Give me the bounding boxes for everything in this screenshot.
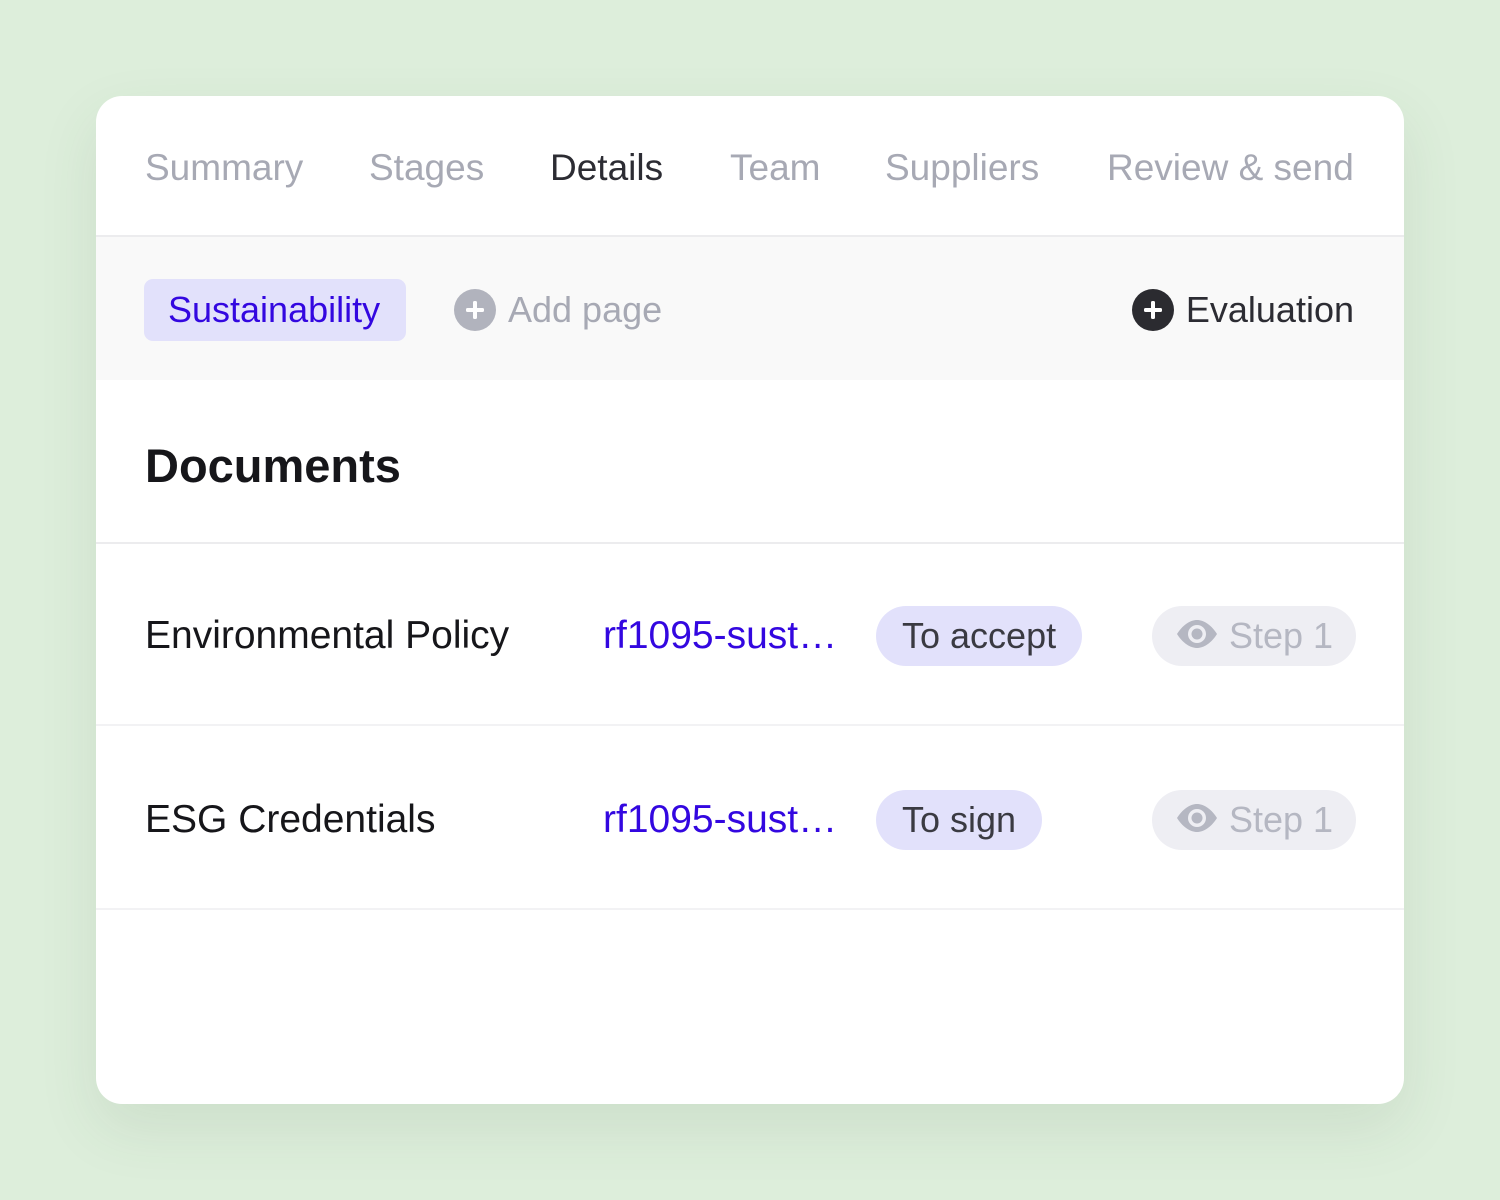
document-file-link[interactable]: rf1095-sustainability-environmental-poli… bbox=[603, 612, 843, 660]
eye-icon bbox=[1175, 803, 1219, 838]
section-title: Documents bbox=[145, 439, 401, 492]
document-name: Environmental Policy bbox=[145, 614, 510, 657]
tab-suppliers[interactable]: Suppliers bbox=[885, 144, 1039, 192]
evaluation-button[interactable]: Evaluation bbox=[1131, 287, 1354, 333]
tab-stages[interactable]: Stages bbox=[369, 144, 484, 192]
document-row: Environmental Policy rf1095-sustainabili… bbox=[96, 544, 1404, 726]
document-file-link[interactable]: rf1095-sustainability-esg-credentials.pd… bbox=[603, 796, 843, 844]
tab-review-send[interactable]: Review & send bbox=[1107, 144, 1354, 192]
page-tab-sustainability[interactable]: Sustainability bbox=[144, 279, 407, 341]
tab-team[interactable]: Team bbox=[730, 144, 820, 192]
tab-summary[interactable]: Summary bbox=[145, 144, 303, 192]
document-row: ESG Credentials rf1095-sustainability-es… bbox=[96, 728, 1404, 910]
plus-icon bbox=[1131, 289, 1174, 331]
document-name: ESG Credentials bbox=[145, 798, 436, 841]
evaluation-label: Evaluation bbox=[1185, 289, 1354, 330]
document-panel: Summary Stages Details Team Suppliers Re… bbox=[96, 96, 1404, 1104]
step-label: Step 1 bbox=[1228, 615, 1334, 656]
add-page-button[interactable]: Add page bbox=[454, 287, 662, 333]
page-bar: Sustainability Add page Evaluation bbox=[96, 237, 1404, 380]
step-label: Step 1 bbox=[1228, 799, 1334, 840]
add-page-label: Add page bbox=[508, 289, 663, 330]
documents-header: Documents bbox=[96, 380, 1404, 544]
status-badge: To sign bbox=[876, 790, 1043, 850]
plus-icon bbox=[454, 289, 496, 331]
eye-icon bbox=[1175, 619, 1219, 654]
tab-details[interactable]: Details bbox=[550, 144, 663, 192]
view-step-button[interactable]: Step 1 bbox=[1152, 606, 1356, 666]
tab-bar: Summary Stages Details Team Suppliers Re… bbox=[96, 96, 1404, 237]
status-badge: To accept bbox=[876, 606, 1083, 666]
view-step-button[interactable]: Step 1 bbox=[1152, 790, 1356, 850]
